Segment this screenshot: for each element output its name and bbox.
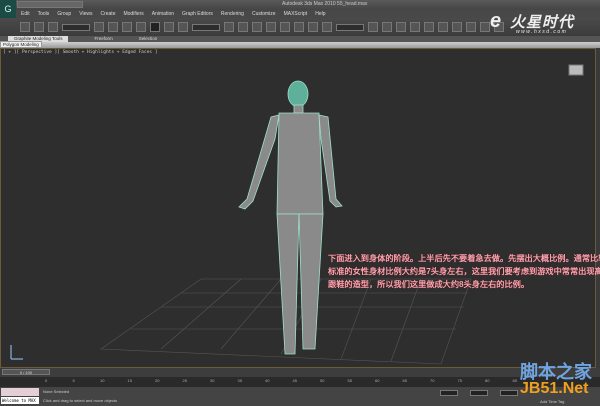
selection-status: None Selected	[43, 389, 70, 394]
scene	[10, 64, 584, 365]
bind-space-warp-icon[interactable]	[48, 22, 58, 32]
window-title: Autodesk 3ds Max 2010 55_head.max	[282, 1, 368, 7]
percent-snap-icon[interactable]	[294, 22, 304, 32]
title-bar: Autodesk 3ds Max 2010 55_head.max	[0, 0, 600, 10]
pivot-icon[interactable]	[224, 22, 234, 32]
viewcube-icon	[568, 64, 584, 76]
timeline-tick: 70	[430, 378, 435, 383]
window-crossing-icon[interactable]	[136, 22, 146, 32]
layer-manager-icon[interactable]	[396, 22, 406, 32]
quick-access-toolbar[interactable]	[17, 1, 83, 8]
timeline-tick: 10	[100, 378, 105, 383]
menu-customize[interactable]: Customize	[252, 11, 276, 17]
graphite-toggle-icon[interactable]	[410, 22, 420, 32]
select-object-icon[interactable]	[94, 22, 104, 32]
menu-graph-editors[interactable]: Graph Editors	[182, 11, 213, 17]
timeline-tick: 85	[512, 378, 517, 383]
logo-mark-icon: e	[490, 10, 502, 32]
annotation-text: 下面进入到身体的阶段。上半后先不要着急去做。先摆出大概比例。通常比较标准的女性身…	[328, 254, 600, 289]
snap-icon[interactable]	[266, 22, 276, 32]
unlink-icon[interactable]	[34, 22, 44, 32]
rendered-frame-icon[interactable]	[480, 22, 490, 32]
render-setup-icon[interactable]	[466, 22, 476, 32]
timeline-tick: 75	[457, 378, 462, 383]
menu-animation[interactable]: Animation	[152, 11, 174, 17]
selection-filter-dropdown[interactable]	[62, 23, 90, 31]
link-icon[interactable]	[20, 22, 30, 32]
maxscript-listener[interactable]	[1, 388, 39, 396]
timeline-tick: 50	[320, 378, 325, 383]
schematic-view-icon[interactable]	[438, 22, 448, 32]
menu-create[interactable]: Create	[100, 11, 115, 17]
menu-rendering[interactable]: Rendering	[221, 11, 244, 17]
select-manipulate-icon[interactable]	[238, 22, 248, 32]
mirror-icon[interactable]	[368, 22, 378, 32]
left-arm-mesh	[238, 114, 280, 210]
menu-maxscript[interactable]: MAXScript	[284, 11, 308, 17]
timeline-tick: 60	[375, 378, 380, 383]
timeline-tick: 0	[45, 378, 48, 383]
z-coordinate-field[interactable]	[500, 390, 518, 396]
timeline-tick: 20	[155, 378, 160, 383]
perspective-viewport[interactable]: [ + ][ Perspective ][ Smooth + Highlight…	[0, 48, 596, 368]
timeline-tick: 25	[182, 378, 187, 383]
timeline-tick: 45	[292, 378, 297, 383]
welcome-text: Welcome to MAX	[1, 397, 39, 404]
menu-edit[interactable]: Edit	[21, 11, 30, 17]
prompt-line: Click and drag to select and move object…	[43, 398, 118, 403]
spinner-snap-icon[interactable]	[308, 22, 318, 32]
timeline-tick: 65	[402, 378, 407, 383]
time-slider[interactable]: 0 / 100	[2, 369, 50, 375]
timeline-tick: 40	[265, 378, 270, 383]
left-leg-mesh	[276, 213, 300, 355]
body-mesh	[238, 80, 343, 355]
timeline-tick: 55	[347, 378, 352, 383]
angle-snap-icon[interactable]	[280, 22, 290, 32]
selection-region-icon[interactable]	[122, 22, 132, 32]
timeline-tick: 15	[127, 378, 132, 383]
timeline-tick: 35	[237, 378, 242, 383]
x-coordinate-field[interactable]	[440, 390, 458, 396]
logo-url: www.hxsd.com	[516, 29, 568, 35]
polygon-modeling-button[interactable]: Polygon Modeling	[0, 41, 42, 48]
timeline-tick: 80	[485, 378, 490, 383]
app-menu-button[interactable]: G	[0, 0, 16, 18]
keyboard-shortcut-icon[interactable]	[252, 22, 262, 32]
hxsd-logo: e 火星时代 www.hxsd.com	[490, 10, 600, 36]
edit-named-selection-icon[interactable]	[322, 22, 332, 32]
menu-group[interactable]: Group	[57, 11, 71, 17]
reference-coordinate-dropdown[interactable]	[192, 23, 220, 31]
watermark-en: JB51.Net	[520, 380, 589, 397]
material-editor-icon[interactable]	[452, 22, 462, 32]
move-icon[interactable]	[150, 22, 160, 32]
axis-tripod-icon	[10, 345, 23, 360]
menu-tools[interactable]: Tools	[38, 11, 50, 17]
time-slider-bar: 0 / 100	[0, 368, 600, 377]
add-time-tag[interactable]: Add Time Tag	[540, 399, 564, 404]
rotate-icon[interactable]	[164, 22, 174, 32]
menu-help[interactable]: Help	[315, 11, 325, 17]
torso-mesh	[276, 112, 324, 215]
named-selection-dropdown[interactable]	[336, 23, 364, 31]
track-bar[interactable]: 0 5 10 15 20 25 30 35 40 45 50 55 60 65 70 75 80 85	[0, 377, 600, 387]
select-by-name-icon[interactable]	[108, 22, 118, 32]
head-mesh	[287, 80, 309, 108]
scale-icon[interactable]	[178, 22, 188, 32]
y-coordinate-field[interactable]	[470, 390, 488, 396]
timeline-tick: 5	[72, 378, 75, 383]
align-icon[interactable]	[382, 22, 392, 32]
curve-editor-icon[interactable]	[424, 22, 434, 32]
status-bar: Welcome to MAX None Selected Click and d…	[0, 387, 600, 406]
menu-modifiers[interactable]: Modifiers	[123, 11, 143, 17]
menu-views[interactable]: Views	[79, 11, 92, 17]
timeline-tick: 30	[210, 378, 215, 383]
